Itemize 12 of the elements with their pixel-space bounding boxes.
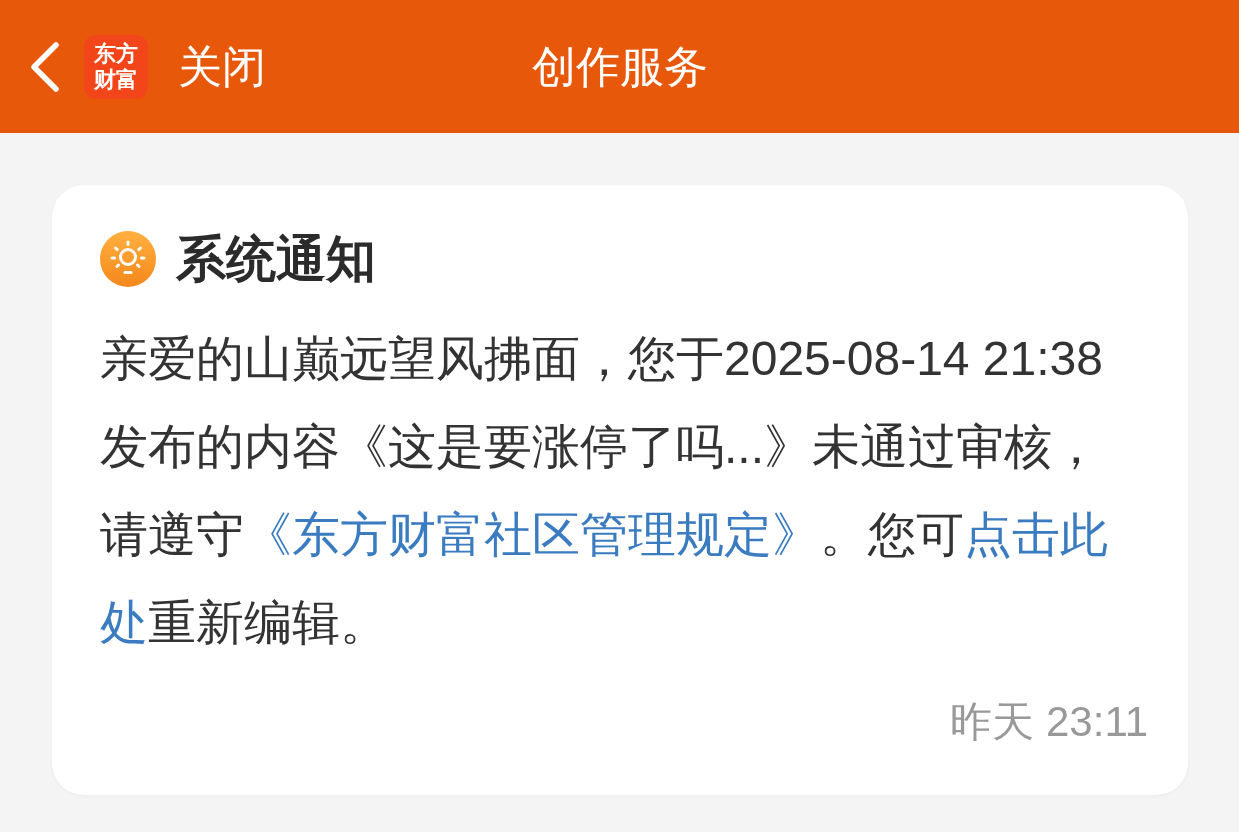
sun-icon (100, 231, 156, 287)
notice-message: 亲爱的山巅远望风拂面，您于2025-08-14 21:38发布的内容《这是要涨停了吗...》未通过审核，请遵守《东方财富社区管理规定》。您可点击此 处重新编辑。 (100, 331, 1109, 651)
logo-text: 财富 (94, 66, 138, 93)
chevron-left-icon (28, 40, 60, 93)
page-title: 创作服务 (531, 44, 708, 89)
link[interactable]: 《东方财富社区管理规定》 (244, 508, 820, 561)
notice-title: 系统通知 (176, 234, 376, 284)
logo-text: 东方 (94, 40, 138, 67)
timestamp: 昨天 23:11 (950, 701, 1148, 743)
link[interactable]: 处 (100, 596, 148, 649)
close-button[interactable]: 关闭 (178, 44, 266, 89)
link[interactable]: 点击此 (964, 508, 1108, 561)
